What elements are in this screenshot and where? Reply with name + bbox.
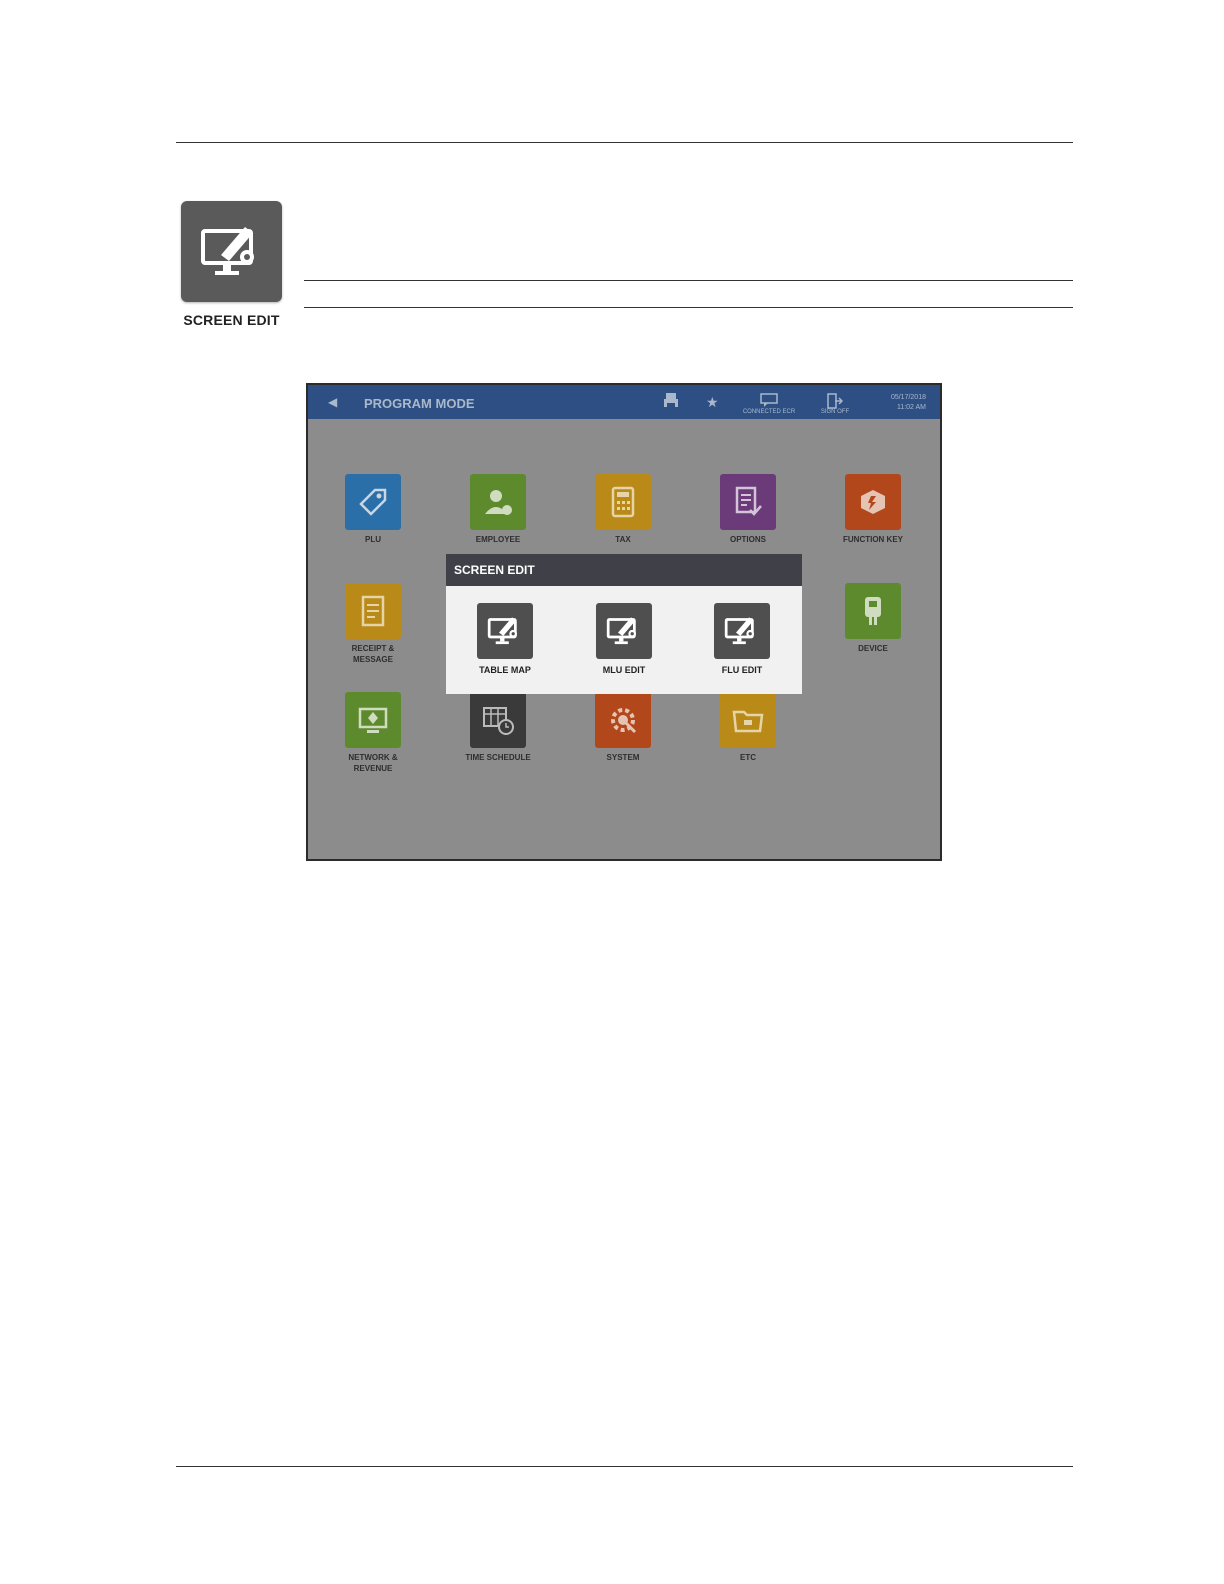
options-tile[interactable]: [720, 474, 776, 530]
time-text: 11:02 AM: [896, 404, 926, 411]
screen-edit-icon: [201, 227, 254, 275]
plu-tile[interactable]: [345, 474, 401, 530]
datetime: 05/17/2018 11:02 AM: [891, 393, 926, 413]
flu-edit-label: FLU EDIT: [721, 665, 763, 675]
top-rule: [176, 142, 1073, 143]
device-icon: [865, 597, 881, 625]
program-mode-screenshot: ◀ PROGRAM MODE ★ CONNECTED ECR SIGN OFF …: [306, 383, 942, 861]
back-arrow-icon[interactable]: ◀: [328, 395, 337, 409]
calculator-icon: [611, 486, 635, 518]
mlu-edit-button[interactable]: [596, 603, 652, 659]
dialog-header: SCREEN EDIT: [446, 554, 802, 586]
receipt-message-tile[interactable]: [345, 583, 401, 639]
options-label: OPTIONS: [729, 535, 766, 544]
network-revenue-tile[interactable]: [345, 692, 401, 748]
bottom-rule: [176, 1466, 1073, 1467]
device-label: DEVICE: [858, 644, 888, 653]
device-tile[interactable]: [845, 583, 901, 639]
employee-tile[interactable]: [470, 474, 526, 530]
function-key-tile[interactable]: [845, 474, 901, 530]
screen-edit-icon: [724, 617, 754, 645]
table-map-button[interactable]: [477, 603, 533, 659]
gear-wrench-icon: [611, 708, 637, 734]
flu-edit-button[interactable]: [714, 603, 770, 659]
function-key-label: FUNCTION KEY: [843, 535, 903, 544]
tax-label: TAX: [615, 535, 631, 544]
network-icon: [358, 707, 388, 733]
checklist-icon: [735, 486, 762, 516]
employee-icon: [485, 490, 512, 515]
time-schedule-label: TIME SCHEDULE: [465, 753, 531, 762]
table-map-label: TABLE MAP: [479, 665, 531, 675]
connected-ecr-label: CONNECTED ECR: [742, 409, 796, 415]
printer-icon[interactable]: [664, 393, 678, 414]
section-rule-1: [304, 280, 1073, 281]
program-mode-title: PROGRAM MODE: [364, 396, 475, 411]
calendar-clock-icon: [483, 707, 514, 735]
time-schedule-tile[interactable]: [470, 692, 526, 748]
screen-edit-section-icon: [181, 201, 282, 302]
topbar: ◀ PROGRAM MODE ★ CONNECTED ECR SIGN OFF …: [308, 385, 940, 419]
system-label: SYSTEM: [606, 753, 640, 762]
mlu-edit-label: MLU EDIT: [602, 665, 646, 675]
star-icon[interactable]: ★: [706, 394, 719, 411]
section-rule-2: [304, 307, 1073, 308]
screen-edit-icon: [606, 617, 636, 645]
system-tile[interactable]: [595, 692, 651, 748]
dialog-title: SCREEN EDIT: [454, 563, 535, 577]
receipt-message-label: RECEIPT & MESSAGE: [351, 644, 395, 664]
sign-off-label: SIGN OFF: [820, 409, 850, 415]
tax-tile[interactable]: [595, 474, 651, 530]
screen-edit-icon: [487, 617, 517, 645]
screen-edit-dialog: SCREEN EDIT TABLE MAP MLU EDIT FLU EDIT: [446, 554, 802, 694]
receipt-icon: [361, 595, 385, 627]
function-key-icon: [861, 490, 885, 514]
employee-label: EMPLOYEE: [475, 535, 521, 544]
folder-icon: [732, 710, 764, 733]
etc-tile[interactable]: [720, 692, 776, 748]
plu-label: PLU: [365, 535, 381, 544]
tag-icon: [359, 488, 387, 516]
date-text: 05/17/2018: [890, 394, 926, 401]
etc-label: ETC: [740, 753, 756, 762]
section-label: SCREEN EDIT: [183, 312, 280, 328]
network-revenue-label: NETWORK & REVENUE: [348, 753, 398, 773]
